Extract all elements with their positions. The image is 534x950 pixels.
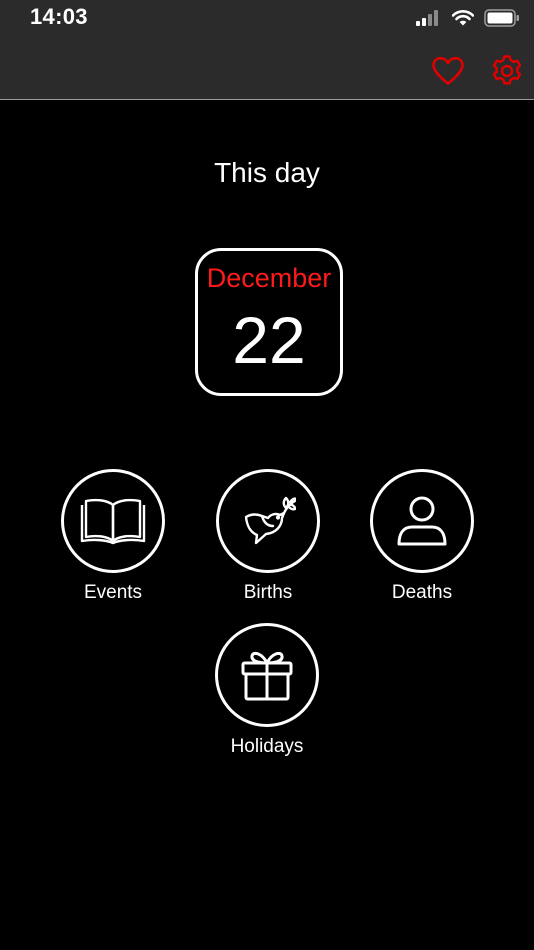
status-time: 14:03 — [30, 4, 88, 29]
deaths-button[interactable]: Deaths — [347, 469, 497, 604]
person-icon — [397, 496, 447, 546]
holidays-circle — [215, 623, 319, 727]
gear-icon — [492, 55, 522, 85]
open-book-icon — [80, 498, 146, 545]
heart-icon — [432, 56, 464, 85]
gift-icon — [241, 651, 293, 701]
top-bar: 14:03 — [0, 0, 534, 100]
favorites-button[interactable] — [430, 54, 466, 88]
status-icons — [416, 6, 520, 30]
events-button[interactable]: Events — [38, 469, 188, 604]
battery-icon — [484, 9, 519, 27]
deaths-label: Deaths — [391, 582, 453, 603]
deaths-circle — [370, 469, 474, 573]
births-button[interactable]: Births — [193, 469, 343, 604]
page-title: This day — [214, 157, 320, 188]
wifi-icon — [452, 10, 474, 26]
events-label: Events — [83, 582, 143, 603]
date-card[interactable]: December 22 — [195, 248, 343, 396]
cellular-signal-icon — [416, 10, 438, 26]
dove-icon — [244, 496, 296, 545]
date-day: 22 — [232, 303, 306, 377]
births-label: Births — [243, 582, 293, 603]
holidays-button[interactable]: Holidays — [192, 623, 342, 758]
date-month: December — [206, 263, 332, 293]
holidays-label: Holidays — [230, 736, 304, 757]
births-circle — [216, 469, 320, 573]
events-circle — [61, 469, 165, 573]
settings-button[interactable] — [489, 54, 525, 88]
